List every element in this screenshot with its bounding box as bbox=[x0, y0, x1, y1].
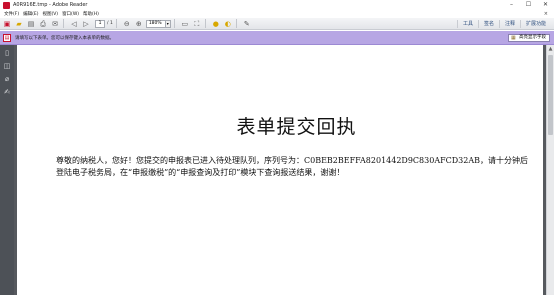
tab-tools[interactable]: 工具 bbox=[456, 20, 478, 28]
toolbar-divider bbox=[173, 19, 175, 28]
menu-help[interactable]: 帮助(H) bbox=[83, 11, 99, 17]
highlight-icon[interactable]: ◐ bbox=[223, 19, 233, 29]
email-icon[interactable]: ✉ bbox=[50, 19, 60, 29]
navigation-pane: ▯ ◫ ⌀ ✍ bbox=[0, 45, 14, 295]
tab-extended[interactable]: 扩展功能 bbox=[519, 20, 551, 28]
open-icon[interactable]: ▰ bbox=[14, 19, 24, 29]
task-pane-tabs: 工具 签名 注释 扩展功能 bbox=[456, 18, 551, 30]
vertical-scrollbar[interactable]: ▲ bbox=[546, 45, 554, 295]
menu-edit[interactable]: 编辑(E) bbox=[23, 11, 38, 17]
create-pdf-icon[interactable]: ▣ bbox=[2, 19, 12, 29]
form-icon: ▤ bbox=[3, 33, 11, 42]
print-icon[interactable]: ⎙ bbox=[38, 19, 48, 29]
window-controls: – ☐ ✕ bbox=[503, 0, 554, 10]
maximize-button[interactable]: ☐ bbox=[520, 0, 537, 10]
document-viewer[interactable]: 表单提交回执 尊敬的纳税人，您好！您提交的申报表已进入待处理队列，序列号为：C0… bbox=[14, 45, 546, 295]
save-icon[interactable]: ▤ bbox=[26, 19, 36, 29]
comment-icon[interactable]: ● bbox=[211, 19, 221, 29]
full-screen-icon[interactable]: ⛶ bbox=[192, 19, 202, 29]
page-number-input[interactable]: 1 bbox=[95, 19, 105, 28]
close-window-button[interactable]: ✕ bbox=[537, 0, 554, 10]
adobe-reader-icon bbox=[3, 1, 10, 9]
form-message: 请填写以下表单。您可以保存键入本表单的数据。 bbox=[15, 35, 114, 41]
menu-bar: 文件(F) 编辑(E) 视图(V) 窗口(W) 帮助(H) × bbox=[0, 10, 554, 18]
menu-window[interactable]: 窗口(W) bbox=[62, 11, 79, 17]
page-total: / 1 bbox=[107, 21, 113, 26]
fit-page-icon[interactable]: ▭ bbox=[180, 19, 190, 29]
highlight-fields-button[interactable]: ▦ 高亮显示字段 bbox=[508, 34, 550, 42]
next-page-icon[interactable]: ▷ bbox=[81, 19, 91, 29]
close-document-button[interactable]: × bbox=[544, 10, 548, 18]
menu-view[interactable]: 视图(V) bbox=[42, 11, 58, 17]
scroll-up-icon[interactable]: ▲ bbox=[547, 45, 554, 53]
tab-sign[interactable]: 签名 bbox=[477, 20, 499, 28]
toolbar-divider bbox=[115, 19, 117, 28]
pages-icon[interactable]: ▯ bbox=[2, 48, 12, 58]
page-title: 表单提交回执 bbox=[236, 116, 357, 138]
window-title: A0R916E.tmp - Adobe Reader bbox=[13, 2, 88, 8]
toolbar-divider bbox=[63, 19, 64, 28]
sign-icon[interactable]: ✎ bbox=[242, 19, 252, 29]
form-message-bar: ▤ 请填写以下表单。您可以保存键入本表单的数据。 ▦ 高亮显示字段 bbox=[0, 31, 554, 45]
layers-icon[interactable]: ◫ bbox=[2, 61, 12, 71]
minimize-button[interactable]: – bbox=[503, 0, 520, 10]
chevron-down-icon[interactable]: ▾ bbox=[165, 19, 171, 28]
toolbar-divider bbox=[235, 19, 237, 28]
zoom-level-select[interactable]: 180% bbox=[145, 19, 166, 28]
attachments-icon[interactable]: ⌀ bbox=[2, 74, 12, 84]
pdf-page: 表单提交回执 尊敬的纳税人，您好！您提交的申报表已进入待处理队列，序列号为：C0… bbox=[17, 45, 543, 295]
signatures-icon[interactable]: ✍ bbox=[2, 87, 12, 97]
zoom-in-icon[interactable]: ⊕ bbox=[134, 19, 144, 29]
scrollbar-thumb[interactable] bbox=[548, 55, 553, 135]
menu-file[interactable]: 文件(F) bbox=[4, 11, 19, 17]
title-bar: A0R916E.tmp - Adobe Reader – ☐ ✕ bbox=[0, 0, 554, 10]
zoom-out-icon[interactable]: ⊖ bbox=[122, 19, 132, 29]
receipt-message: 尊敬的纳税人，您好！您提交的申报表已进入待处理队列，序列号为：C0BEB2BEF… bbox=[56, 156, 529, 177]
highlight-fields-label: 高亮显示字段 bbox=[519, 35, 546, 40]
prev-page-icon[interactable]: ◁ bbox=[69, 19, 79, 29]
tab-comment[interactable]: 注释 bbox=[498, 20, 520, 28]
highlight-fields-icon: ▦ bbox=[511, 35, 516, 41]
toolbar-divider bbox=[204, 19, 206, 28]
toolbar: ▣ ▰ ▤ ⎙ ✉ ◁ ▷ 1 / 1 ⊖ ⊕ 180% ▾ ▭ ⛶ ● ◐ ✎… bbox=[0, 18, 554, 30]
